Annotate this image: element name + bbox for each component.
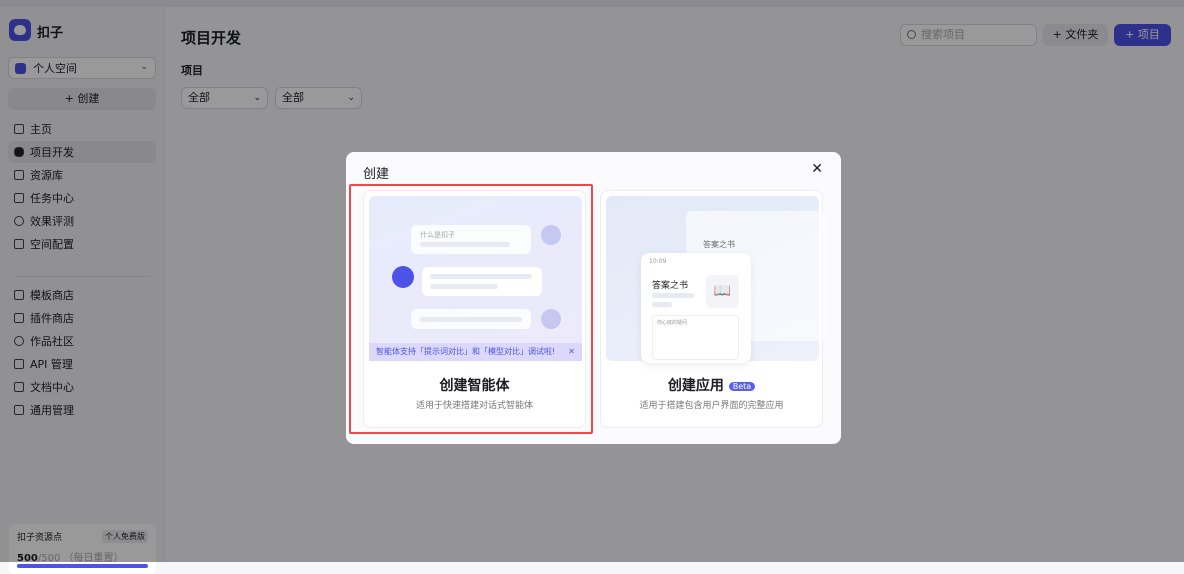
input-hint: 你心底的疑问 — [657, 320, 688, 326]
phone-app-name: 答案之书 — [652, 281, 689, 291]
app-card-title: 创建应用 Beta — [601, 375, 822, 395]
close-icon[interactable]: ✕ — [811, 161, 823, 177]
app-card-desc: 适用于搭建包含用户界面的完整应用 — [639, 401, 784, 411]
beta-badge: Beta — [728, 381, 756, 391]
phone-preview: 10:09 答案之书 📖 你心底的疑问 — [641, 253, 751, 363]
phone-time: 10:09 — [649, 258, 667, 265]
feature-banner: 智能体支持「提示词对比」和「模型对比」调试啦! ✕ — [369, 343, 582, 361]
window-app-name: 答案之书 — [703, 240, 735, 249]
book-icon: 📖 — [706, 275, 739, 308]
chat-question: 什么是扣子 — [420, 231, 455, 239]
create-modal: 创建 ✕ 什么是扣子 智能体支持「提示词对比」和「模型对比」调试啦! ✕ 创建智能… — [346, 152, 841, 444]
banner-text: 智能体支持「提示词对比」和「模型对比」调试啦! — [376, 347, 556, 356]
create-app-card[interactable]: 答案之书 10:09 答案之书 📖 你心底的疑问 创建应用 Beta 适用于搭建… — [600, 190, 826, 428]
bot-avatar-icon — [392, 266, 414, 288]
modal-title: 创建 — [363, 167, 390, 182]
banner-close-icon[interactable]: ✕ — [568, 343, 575, 361]
user-avatar-icon — [541, 309, 561, 329]
create-agent-card[interactable]: 什么是扣子 智能体支持「提示词对比」和「模型对比」调试啦! ✕ 创建智能体 适用于… — [363, 190, 586, 428]
app-title-text: 创建应用 — [667, 378, 724, 394]
user-avatar-icon — [541, 225, 561, 245]
app-illustration: 答案之书 10:09 答案之书 📖 你心底的疑问 — [606, 196, 826, 363]
agent-card-title: 创建智能体 — [439, 378, 510, 394]
resource-progress — [17, 564, 148, 568]
agent-illustration: 什么是扣子 智能体支持「提示词对比」和「模型对比」调试啦! ✕ — [369, 196, 582, 361]
agent-card-desc: 适用于快速搭建对话式智能体 — [415, 401, 533, 411]
